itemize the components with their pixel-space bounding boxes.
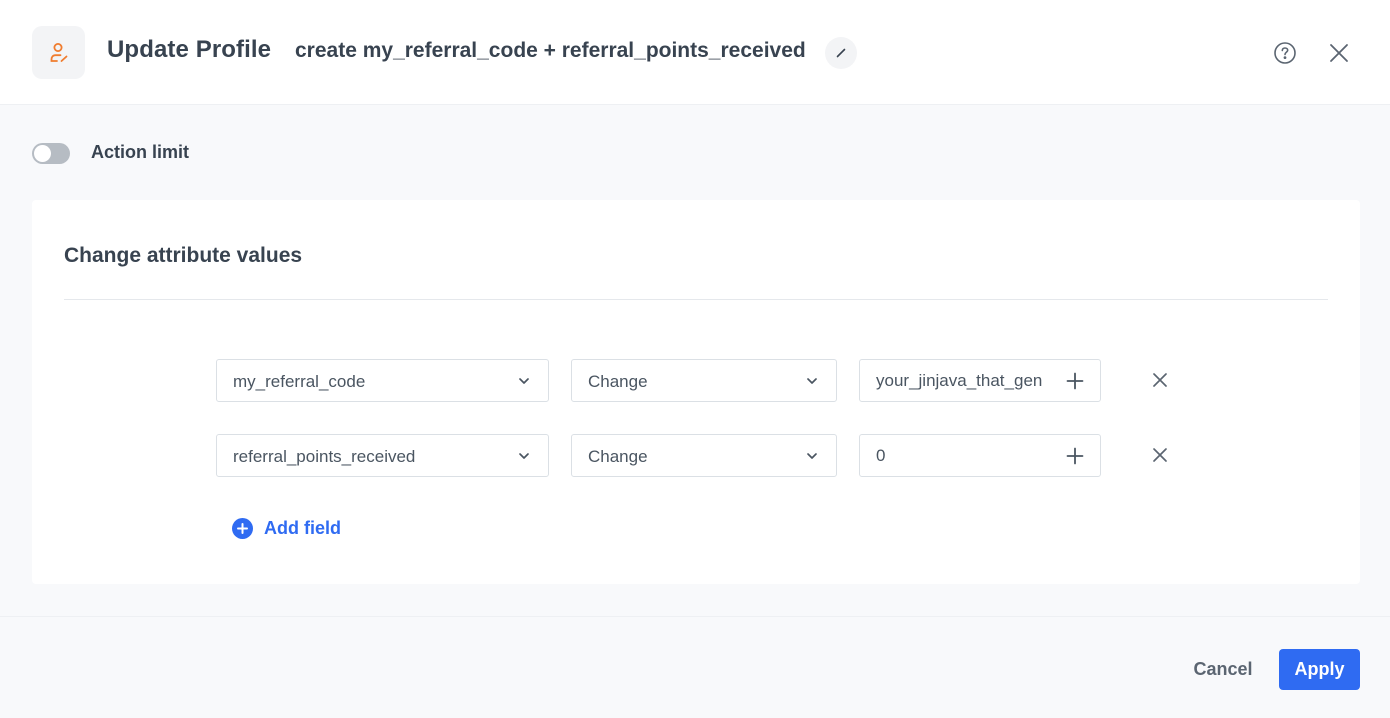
plus-circle-icon — [232, 518, 253, 539]
value-input[interactable] — [876, 446, 1051, 466]
modal-header: Update Profile create my_referral_code +… — [0, 0, 1390, 105]
operation-select-value: Change — [588, 447, 648, 466]
close-icon — [1330, 44, 1348, 62]
change-attributes-card: Change attribute values my_referral_code… — [32, 200, 1360, 584]
add-field-button[interactable]: Add field — [232, 518, 341, 539]
remove-row-icon[interactable] — [1151, 371, 1169, 389]
add-field-label: Add field — [264, 518, 341, 538]
insert-snippet-plus-icon[interactable] — [1066, 447, 1084, 465]
edit-name-button[interactable] — [825, 37, 857, 69]
remove-row-icon[interactable] — [1151, 446, 1169, 464]
operation-select[interactable]: Change — [571, 434, 837, 477]
action-limit-label: Action limit — [91, 142, 189, 162]
cancel-button[interactable]: Cancel — [1180, 649, 1266, 690]
insert-snippet-plus-icon[interactable] — [1066, 372, 1084, 390]
modal-title: Update Profile — [107, 36, 272, 63]
chevron-down-icon — [519, 378, 529, 384]
action-limit-toggle[interactable] — [32, 143, 70, 164]
value-field — [859, 434, 1101, 477]
operation-select-value: Change — [588, 372, 648, 391]
attribute-select-value: my_referral_code — [233, 372, 366, 391]
chevron-down-icon — [807, 378, 817, 384]
help-circle-icon — [1274, 42, 1296, 64]
chevron-down-icon — [807, 453, 817, 459]
user-edit-icon — [50, 42, 67, 62]
card-title: Change attribute values — [64, 244, 303, 267]
attribute-select[interactable]: referral_points_received — [216, 434, 549, 477]
value-input[interactable] — [876, 371, 1051, 391]
toggle-knob — [34, 145, 51, 162]
value-field — [859, 359, 1101, 402]
close-button[interactable] — [1326, 40, 1352, 66]
operation-select[interactable]: Change — [571, 359, 837, 402]
node-name: create my_referral_code + referral_point… — [295, 39, 806, 62]
divider — [64, 299, 1328, 300]
apply-button[interactable]: Apply — [1279, 649, 1360, 690]
attribute-select[interactable]: my_referral_code — [216, 359, 549, 402]
attribute-select-value: referral_points_received — [233, 447, 416, 466]
pencil-icon — [836, 48, 846, 58]
update-profile-icon-box — [32, 26, 85, 79]
chevron-down-icon — [519, 453, 529, 459]
footer-divider — [0, 616, 1390, 617]
help-button[interactable] — [1272, 40, 1298, 66]
